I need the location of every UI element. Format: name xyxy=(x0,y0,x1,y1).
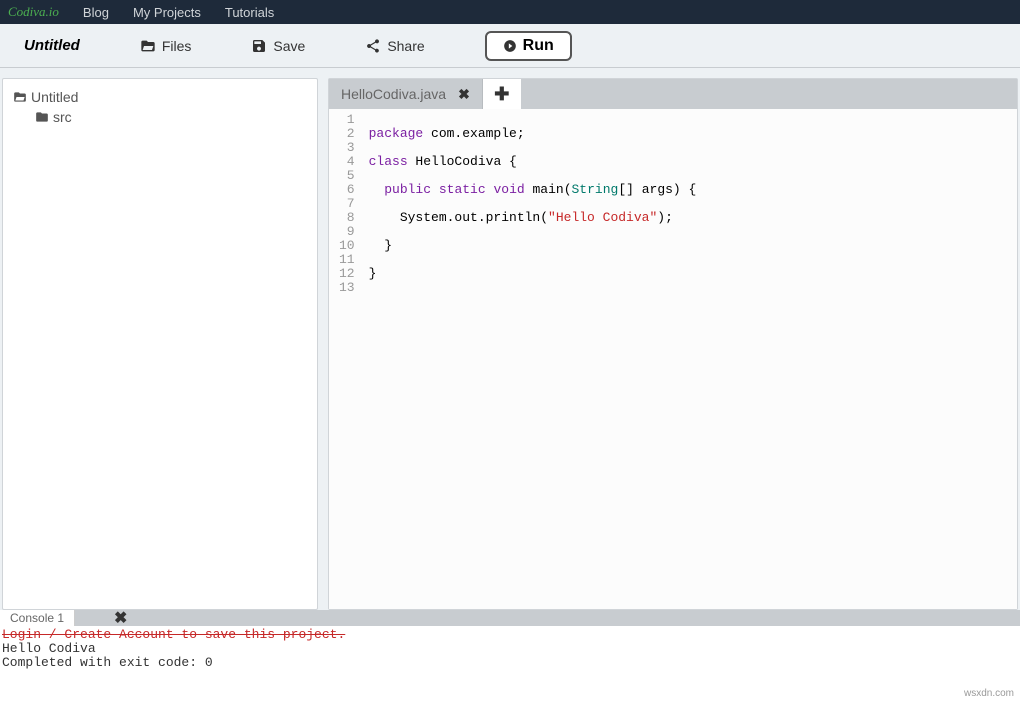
file-tree: Untitled src xyxy=(2,78,318,610)
share-button[interactable]: Share xyxy=(365,38,424,54)
watermark: wsxdn.com xyxy=(964,688,1014,699)
toolbar: Untitled Files Save Share Run xyxy=(0,24,1020,68)
play-icon xyxy=(503,39,517,53)
line-gutter: 12345678910111213 xyxy=(329,109,361,609)
tab-hello-codiva[interactable]: HelloCodiva.java ✖ xyxy=(329,79,483,109)
save-icon xyxy=(251,38,267,54)
save-button[interactable]: Save xyxy=(251,38,305,54)
tab-label: HelloCodiva.java xyxy=(341,86,446,102)
nav-tutorials[interactable]: Tutorials xyxy=(225,5,274,20)
run-label: Run xyxy=(523,37,554,55)
code-editor[interactable]: 12345678910111213 package com.example; c… xyxy=(329,109,1017,609)
share-icon xyxy=(365,38,381,54)
console-tabbar: Console 1 ✖ xyxy=(0,610,1020,626)
close-icon[interactable]: ✖ xyxy=(114,608,127,628)
console-panel: Console 1 ✖ Login / Create Account to sa… xyxy=(0,610,1020,692)
top-navigation: Codiva.io Blog My Projects Tutorials xyxy=(0,0,1020,24)
console-stdout: Hello Codiva xyxy=(2,642,1018,656)
console-tab-1[interactable]: Console 1 xyxy=(0,610,75,626)
files-label: Files xyxy=(162,38,192,54)
nav-blog[interactable]: Blog xyxy=(83,5,109,20)
tree-root-label: Untitled xyxy=(31,89,78,105)
close-icon[interactable]: ✖ xyxy=(458,86,470,103)
run-button[interactable]: Run xyxy=(485,31,572,61)
folder-icon xyxy=(13,90,27,104)
tab-bar: HelloCodiva.java ✖ ✚ xyxy=(329,79,1017,109)
brand-logo[interactable]: Codiva.io xyxy=(8,4,59,20)
share-label: Share xyxy=(387,38,424,54)
folder-icon xyxy=(35,110,49,124)
workspace: Untitled src HelloCodiva.java ✖ ✚ 123456… xyxy=(0,68,1020,610)
code-content[interactable]: package com.example; class HelloCodiva {… xyxy=(361,109,705,609)
console-login-hint[interactable]: Login / Create Account to save this proj… xyxy=(2,628,1018,642)
project-title[interactable]: Untitled xyxy=(24,37,80,54)
nav-my-projects[interactable]: My Projects xyxy=(133,5,201,20)
files-button[interactable]: Files xyxy=(140,38,192,54)
folder-open-icon xyxy=(140,38,156,54)
console-exit: Completed with exit code: 0 xyxy=(2,656,1018,670)
tree-src[interactable]: src xyxy=(3,107,317,127)
new-tab-button[interactable]: ✚ xyxy=(483,79,521,109)
tree-src-label: src xyxy=(53,109,72,125)
editor-pane: HelloCodiva.java ✖ ✚ 12345678910111213 p… xyxy=(328,78,1018,610)
plus-icon: ✚ xyxy=(494,84,509,105)
console-output: Login / Create Account to save this proj… xyxy=(0,626,1020,672)
save-label: Save xyxy=(273,38,305,54)
tree-root[interactable]: Untitled xyxy=(3,87,317,107)
